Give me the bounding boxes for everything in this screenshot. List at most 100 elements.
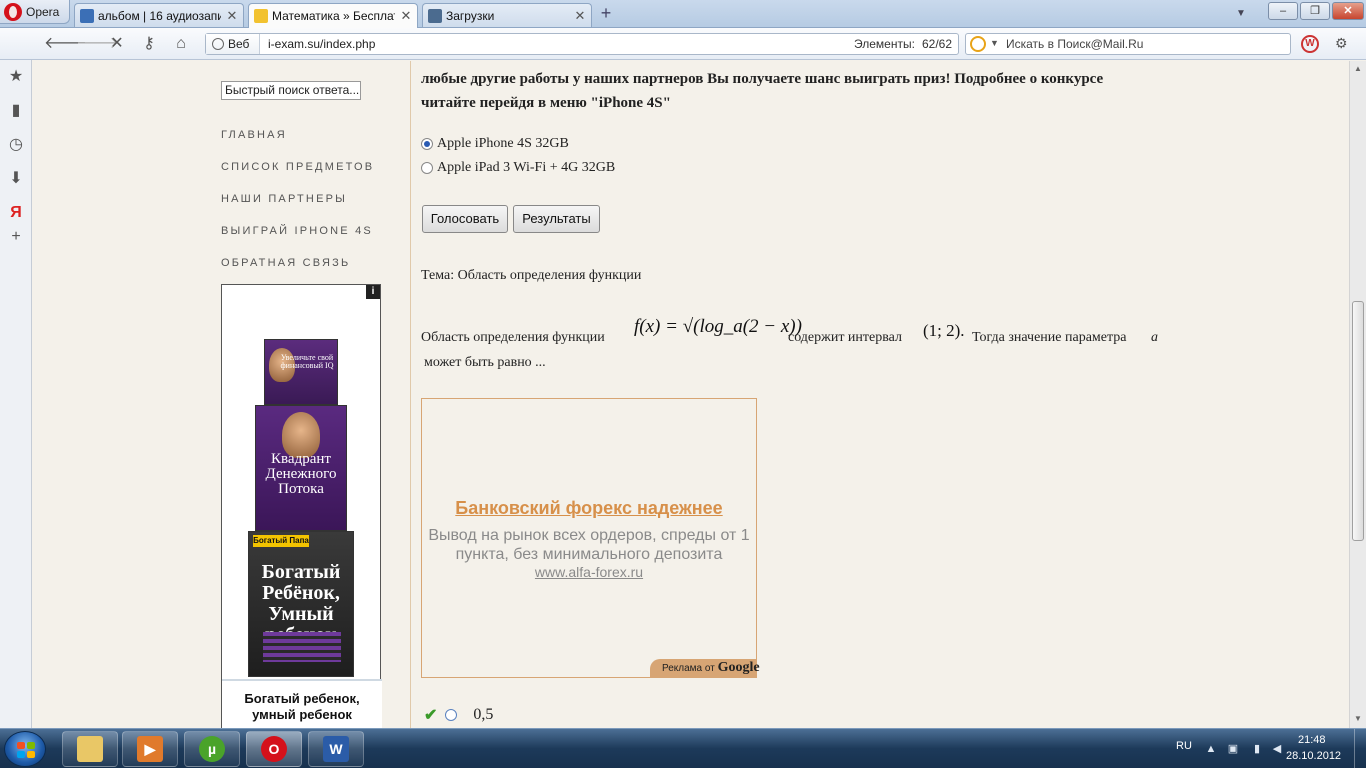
menu-item-subjects[interactable]: СПИСОК ПРЕДМЕТОВ <box>221 161 374 173</box>
back-arrow-icon[interactable]: 🡐 <box>44 35 87 53</box>
ad-body-text: Вывод на рынок всех ордеров, спреды от 1… <box>428 527 750 563</box>
close-tab-icon[interactable]: ✕ <box>399 8 413 24</box>
menu-item-win-iphone[interactable]: ВЫИГРАЙ IPHONE 4S <box>221 225 373 237</box>
vote-button[interactable]: Голосовать <box>422 205 508 233</box>
elements-label: Элементы: <box>854 37 915 51</box>
poll-option-ipad[interactable]: Apple iPad 3 Wi-Fi + 4G 32GB <box>421 160 615 176</box>
poll-radio[interactable] <box>421 162 433 174</box>
poll-option-label: Apple iPad 3 Wi-Fi + 4G 32GB <box>437 160 616 175</box>
contest-intro-text: любые другие работы у наших партнеров Вы… <box>421 71 1104 111</box>
ad-title-link[interactable]: Банковский форекс надежнее <box>422 498 756 519</box>
book-title: Увеличьте свой финансовый IQ <box>280 353 334 370</box>
poll-option-iphone[interactable]: Apple iPhone 4S 32GB <box>421 136 569 152</box>
answer-value: 0,5 <box>473 706 494 723</box>
tab-bar: Opera альбом | 16 аудиозапи... ✕ Математ… <box>0 0 1366 28</box>
book-cover-cashflow-quadrant: Квадрант Денежного Потока <box>255 405 347 531</box>
web-page: Быстрый поиск ответа... ГЛАВНАЯ СПИСОК П… <box>33 61 1349 728</box>
quick-search-input[interactable]: Быстрый поиск ответа... <box>221 81 361 100</box>
show-desktop-button[interactable] <box>1354 729 1366 768</box>
envelope-icon <box>254 9 268 23</box>
play-icon <box>80 8 94 23</box>
scroll-down-icon[interactable]: ▼ <box>1350 711 1366 727</box>
tab-downloads[interactable]: Загрузки ✕ <box>422 3 592 27</box>
search-engine-icon[interactable] <box>970 36 986 52</box>
close-tab-icon[interactable]: ✕ <box>225 8 239 24</box>
media-player-icon: ▶ <box>137 736 163 762</box>
content-divider <box>410 61 411 728</box>
task-text-part4: может быть равно ... <box>424 355 546 370</box>
taskbar-utorrent[interactable]: µ <box>184 731 240 767</box>
close-tab-icon[interactable]: ✕ <box>573 8 587 24</box>
minimize-icon[interactable]: ‒ <box>1268 2 1298 20</box>
utorrent-icon: µ <box>199 736 225 762</box>
tab-label: Загрузки <box>446 8 495 23</box>
book-title: Квадрант Денежного Потока <box>265 451 337 497</box>
taskbar-opera[interactable]: O <box>246 731 302 767</box>
notes-icon[interactable]: ▮ <box>7 102 25 120</box>
menu-item-home[interactable]: ГЛАВНАЯ <box>221 129 287 141</box>
tools-icon[interactable]: ⚙ <box>1335 35 1348 52</box>
ad-info-icon[interactable]: i <box>366 285 380 299</box>
volume-icon[interactable]: ◀ <box>1270 742 1284 756</box>
yandex-icon[interactable]: Я <box>7 204 25 222</box>
tab-album[interactable]: альбом | 16 аудиозапи... ✕ <box>74 3 244 27</box>
url-text[interactable]: i-exam.su/index.php <box>268 37 375 51</box>
answer-option[interactable]: ✔ 0,5 <box>424 705 493 725</box>
answer-radio[interactable] <box>445 709 458 721</box>
taskbar-explorer[interactable] <box>62 731 118 767</box>
task-param: a <box>1151 330 1158 345</box>
badge-brand: Google <box>717 660 760 675</box>
tab-list-chevron-icon[interactable]: ▼ <box>1236 8 1246 19</box>
folder-icon <box>77 736 103 762</box>
downloads-panel-icon[interactable]: ⬇ <box>7 170 25 188</box>
device-icon[interactable]: ▣ <box>1226 742 1240 756</box>
book-subtitle-lines <box>263 632 341 662</box>
clock-date[interactable]: 28.10.2012 <box>1286 750 1341 762</box>
poll-radio[interactable] <box>421 138 433 150</box>
tab-label: альбом | 16 аудиозапи... <box>98 8 221 23</box>
menu-item-partners[interactable]: НАШИ ПАРТНЕРЫ <box>221 193 347 205</box>
key-icon[interactable]: ⚷ <box>140 35 158 53</box>
opera-logo-icon <box>4 2 22 21</box>
chevron-down-icon[interactable]: ▼ <box>990 38 999 48</box>
tab-label: Математика » Бесплат... <box>272 9 395 23</box>
ad-url-link[interactable]: www.alfa-forex.ru <box>422 564 756 580</box>
ads-by-google-badge[interactable]: Реклама от Google <box>650 659 760 677</box>
mailru-icon[interactable]: W <box>1301 35 1319 53</box>
search-input[interactable]: ▼ Искать в Поиск@Mail.Ru <box>965 33 1291 55</box>
book-caption[interactable]: Богатый ребенок, умный ребенок <box>222 679 382 728</box>
address-field[interactable]: Веб i-exam.su/index.php Элементы: 62/62 <box>205 33 959 55</box>
taskbar-media-player[interactable]: ▶ <box>122 731 178 767</box>
opera-menu-label: Opera <box>26 4 60 19</box>
restore-icon[interactable]: ❐ <box>1300 2 1330 20</box>
forward-arrow-icon[interactable]: 🡒 <box>76 35 119 53</box>
address-toolbar: 🡐 🡒 ✕ ⚷ ⌂ Веб i-exam.su/index.php Элемен… <box>0 28 1366 60</box>
opera-menu-button[interactable]: Opera <box>0 0 70 24</box>
scroll-thumb[interactable] <box>1352 301 1364 541</box>
power-icon[interactable]: ▮ <box>1250 742 1264 756</box>
add-panel-icon[interactable]: + <box>7 228 25 246</box>
google-text-ad[interactable]: Банковский форекс надежнее Вывод на рыно… <box>421 398 760 678</box>
results-button[interactable]: Результаты <box>513 205 600 233</box>
taskbar-word[interactable]: W <box>308 731 364 767</box>
menu-item-feedback[interactable]: ОБРАТНАЯ СВЯЗЬ <box>221 257 350 269</box>
history-clock-icon[interactable]: ◷ <box>7 136 25 154</box>
book-series-badge: Богатый Папа <box>253 535 309 547</box>
web-chip[interactable]: Веб <box>206 34 260 54</box>
clock-time[interactable]: 21:48 <box>1298 734 1326 746</box>
task-text-part3: Тогда значение параметра <box>972 330 1127 345</box>
tab-math[interactable]: Математика » Бесплат... ✕ <box>248 3 418 28</box>
show-hidden-icons-icon[interactable]: ▲ <box>1204 742 1218 756</box>
new-tab-icon[interactable]: + <box>598 4 614 22</box>
language-indicator[interactable]: RU <box>1176 740 1192 752</box>
windows-taskbar: ▶ µ O W RU ▲ ▣ ▮ ◀ 21:48 28.10.2012 <box>0 728 1366 768</box>
scroll-up-icon[interactable]: ▲ <box>1350 61 1366 77</box>
bookmarks-star-icon[interactable]: ★ <box>7 68 25 86</box>
globe-icon <box>212 38 224 50</box>
vertical-scrollbar[interactable]: ▲ ▼ <box>1349 61 1366 728</box>
home-icon[interactable]: ⌂ <box>172 35 190 53</box>
close-window-icon[interactable]: ✕ <box>1332 2 1364 20</box>
start-button[interactable] <box>4 731 46 767</box>
book-ad-banner[interactable]: i Увеличьте свой финансовый IQ Квадрант … <box>221 284 382 728</box>
stop-icon[interactable]: ✕ <box>108 35 126 53</box>
